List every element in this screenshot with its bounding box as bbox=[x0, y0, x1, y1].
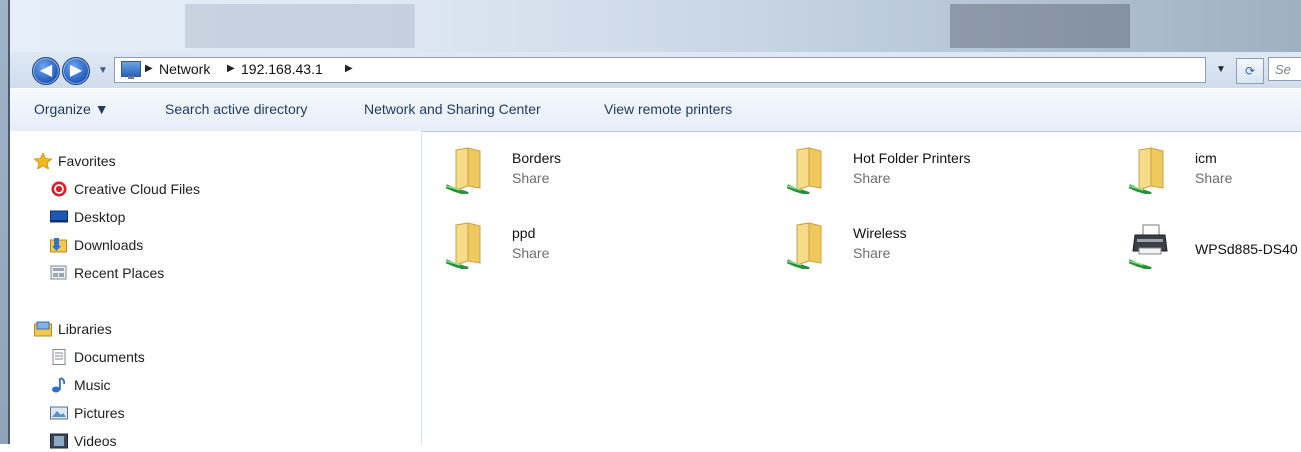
view-remote-printers-button[interactable]: View remote printers bbox=[604, 101, 732, 117]
breadcrumb-network[interactable]: Network bbox=[159, 61, 210, 77]
item-name: ppd bbox=[512, 225, 536, 241]
search-input[interactable]: Se bbox=[1268, 57, 1301, 81]
item-name: Hot Folder Printers bbox=[853, 150, 971, 166]
nav-music[interactable]: Music bbox=[50, 374, 111, 396]
item-type: Share bbox=[853, 245, 891, 261]
recent-places-icon bbox=[50, 265, 68, 281]
breadcrumb-separator-icon[interactable]: ▶ bbox=[345, 63, 353, 74]
organize-menu[interactable]: Organize ▼ bbox=[34, 101, 109, 117]
nav-creative-cloud-files[interactable]: Creative Cloud Files bbox=[50, 178, 200, 200]
shared-folder-icon bbox=[1129, 147, 1164, 194]
back-button[interactable]: ◀ bbox=[32, 57, 60, 85]
pictures-icon bbox=[50, 405, 68, 421]
item-name: Wireless bbox=[853, 225, 907, 241]
network-location-icon bbox=[121, 61, 141, 79]
address-bar[interactable]: ▶ Network ▶ 192.168.43.1 ▶ bbox=[114, 57, 1206, 83]
nav-videos[interactable]: Videos bbox=[50, 430, 117, 452]
window-titlebar bbox=[0, 0, 1301, 52]
address-row: ◀ ▶ ▼ ▶ Network ▶ 192.168.43.1 ▶ ▼ ⟳ Se bbox=[10, 52, 1301, 88]
downloads-folder-icon bbox=[50, 237, 68, 253]
documents-icon bbox=[50, 349, 68, 365]
shared-folder-icon bbox=[446, 222, 481, 269]
shared-folder-icon bbox=[787, 147, 822, 194]
nav-libraries[interactable]: Libraries bbox=[34, 318, 112, 340]
background-blur bbox=[185, 4, 415, 48]
recent-pages-dropdown-icon[interactable]: ▼ bbox=[98, 65, 108, 76]
breadcrumb-separator-icon[interactable]: ▶ bbox=[227, 63, 235, 74]
nav-favorites[interactable]: Favorites bbox=[33, 150, 116, 172]
address-history-dropdown-icon[interactable]: ▼ bbox=[1216, 64, 1226, 75]
nav-item-label: Recent Places bbox=[74, 265, 165, 281]
share-item[interactable]: Hot Folder Printers Share bbox=[767, 146, 1087, 206]
item-name: icm bbox=[1195, 150, 1217, 166]
nav-documents[interactable]: Documents bbox=[50, 346, 145, 368]
nav-item-label: Music bbox=[74, 377, 111, 393]
share-item[interactable]: Wireless Share bbox=[767, 221, 1087, 281]
libraries-icon bbox=[34, 321, 52, 337]
search-active-directory-button[interactable]: Search active directory bbox=[165, 101, 307, 117]
nav-desktop[interactable]: Desktop bbox=[50, 206, 125, 228]
nav-item-label: Desktop bbox=[74, 209, 126, 225]
videos-icon bbox=[50, 433, 68, 449]
nav-downloads[interactable]: Downloads bbox=[50, 234, 143, 256]
shared-folder-icon bbox=[787, 222, 822, 269]
item-type: Share bbox=[853, 170, 891, 186]
network-printer-icon bbox=[1129, 224, 1168, 269]
item-name: Borders bbox=[512, 150, 562, 166]
nav-pictures[interactable]: Pictures bbox=[50, 402, 125, 424]
nav-item-label: Documents bbox=[74, 349, 145, 365]
desktop-icon bbox=[50, 209, 68, 225]
item-type: Share bbox=[1195, 170, 1233, 186]
nav-item-label: Downloads bbox=[74, 237, 144, 253]
navigation-pane: Favorites Creative Cloud Files Desktop D… bbox=[10, 131, 422, 449]
item-type: Share bbox=[512, 245, 550, 261]
nav-item-label: Creative Cloud Files bbox=[74, 181, 201, 197]
nav-item-label: Pictures bbox=[74, 405, 125, 421]
breadcrumb-host[interactable]: 192.168.43.1 bbox=[241, 61, 323, 77]
shared-folder-icon bbox=[446, 147, 481, 194]
command-bar: Organize ▼ Search active directory Netwo… bbox=[10, 88, 1301, 132]
item-type: Share bbox=[512, 170, 550, 186]
share-item[interactable]: Borders Share bbox=[426, 146, 746, 206]
background-blur bbox=[950, 4, 1130, 48]
nav-libraries-label: Libraries bbox=[58, 321, 112, 337]
nav-recent-places[interactable]: Recent Places bbox=[50, 262, 164, 284]
network-sharing-center-button[interactable]: Network and Sharing Center bbox=[364, 101, 541, 117]
forward-button[interactable]: ▶ bbox=[62, 57, 90, 85]
refresh-button[interactable]: ⟳ bbox=[1236, 58, 1264, 84]
star-icon bbox=[33, 152, 53, 170]
window-frame-left bbox=[0, 0, 10, 444]
printer-item[interactable]: WPSd885-DS40 bbox=[1109, 221, 1301, 281]
share-item[interactable]: icm Share bbox=[1109, 146, 1301, 206]
nav-favorites-label: Favorites bbox=[58, 153, 116, 169]
breadcrumb-separator-icon[interactable]: ▶ bbox=[145, 63, 153, 74]
creative-cloud-icon bbox=[50, 181, 68, 197]
share-item[interactable]: ppd Share bbox=[426, 221, 746, 281]
item-name: WPSd885-DS40 bbox=[1195, 241, 1298, 257]
music-icon bbox=[50, 377, 68, 393]
nav-item-label: Videos bbox=[74, 433, 117, 449]
